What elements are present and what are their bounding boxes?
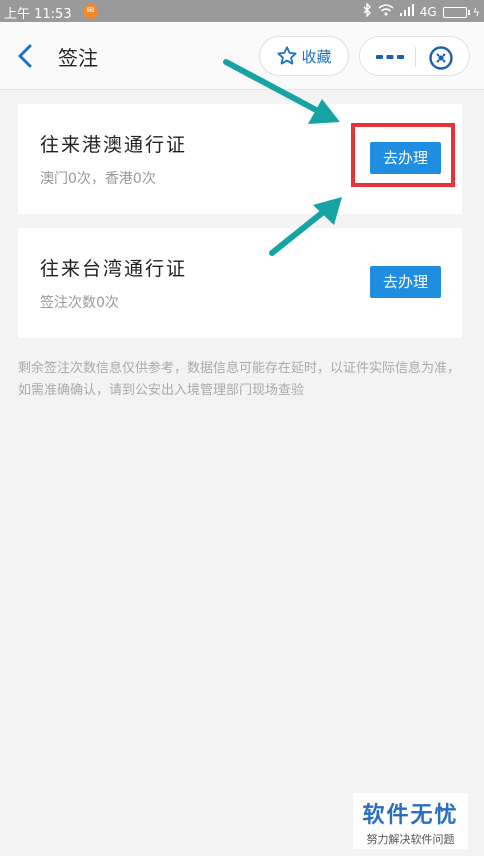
card-subtitle: 签注次数0次 bbox=[40, 295, 119, 311]
more-button[interactable] bbox=[372, 45, 408, 69]
more-dots-icon bbox=[376, 55, 404, 59]
card-subtitle: 澳门0次，香港0次 bbox=[40, 171, 156, 187]
status-time: 上午 11:53 bbox=[4, 7, 72, 22]
capsule-divider bbox=[415, 47, 416, 67]
back-button[interactable] bbox=[14, 42, 40, 70]
page-title: 签注 bbox=[58, 46, 98, 70]
favorite-label: 收藏 bbox=[301, 47, 332, 66]
card-title: 往来台湾通行证 bbox=[40, 258, 188, 280]
network-type: 4G bbox=[419, 5, 437, 19]
star-icon bbox=[277, 46, 298, 65]
chevron-left-icon bbox=[18, 44, 32, 68]
favorite-button[interactable]: 收藏 bbox=[259, 36, 349, 76]
header: 签注 收藏 bbox=[0, 22, 484, 90]
close-circle-icon bbox=[429, 46, 453, 70]
watermark: 软件无忧 努力解决软件问题 bbox=[353, 793, 468, 849]
notification-app-icon: ✉ bbox=[83, 4, 98, 19]
wifi-icon bbox=[378, 4, 394, 20]
close-button[interactable] bbox=[428, 45, 454, 71]
status-bar: 上午 11:53 ✉ 4G ϟ bbox=[0, 0, 484, 22]
watermark-subtitle: 努力解决软件问题 bbox=[366, 833, 455, 846]
signal-icon bbox=[399, 4, 414, 20]
charging-icon: ϟ bbox=[472, 5, 480, 19]
taiwan-permit-card: 往来台湾通行证 签注次数0次 去办理 bbox=[18, 228, 462, 338]
status-icons: 4G ϟ bbox=[363, 2, 480, 21]
card-title: 往来港澳通行证 bbox=[40, 134, 188, 156]
highlight-box bbox=[351, 123, 455, 187]
bluetooth-icon bbox=[363, 2, 372, 21]
disclaimer-text: 剩余签注次数信息仅供参考，数据信息可能存在延时，以证件实际信息为准，如需准确确认… bbox=[18, 361, 461, 398]
watermark-title: 软件无忧 bbox=[362, 803, 459, 828]
mini-program-capsule bbox=[359, 36, 470, 76]
battery-icon bbox=[442, 6, 470, 18]
go-handle-button[interactable]: 去办理 bbox=[370, 266, 441, 298]
